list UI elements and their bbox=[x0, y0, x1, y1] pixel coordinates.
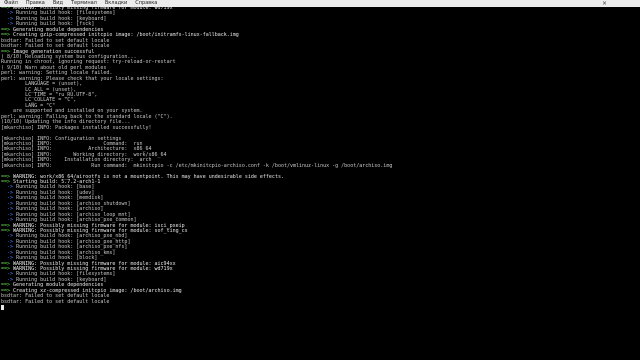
menu-file[interactable]: Файл bbox=[0, 0, 22, 7]
terminal-lines: ==> WARNING: Possibly missing firmware f… bbox=[1, 7, 392, 311]
menu-help[interactable]: Справка bbox=[131, 0, 161, 7]
prompt-line bbox=[1, 305, 392, 311]
terminal-line: [mkarchiso] INFO: Run command: mkinitcpi… bbox=[1, 162, 393, 169]
terminal-output[interactable]: ==> WARNING: Possibly missing firmware f… bbox=[0, 7, 640, 360]
menu-view[interactable]: Вид bbox=[49, 0, 67, 7]
menu-terminal[interactable]: Терминал bbox=[67, 0, 101, 7]
menu-tabs[interactable]: Вкладки bbox=[101, 0, 131, 7]
line-text: bsdtar: Failed to set default locale bbox=[1, 298, 110, 305]
menu-edit[interactable]: Правка bbox=[22, 0, 49, 7]
cursor-icon bbox=[1, 305, 4, 311]
line-text: [mkarchiso] INFO: Packages installed suc… bbox=[1, 124, 152, 131]
line-text: [mkarchiso] INFO: Run command: mkinitcpi… bbox=[1, 162, 393, 169]
close-icon[interactable]: × bbox=[602, 0, 607, 7]
menu-bar: Файл Правка Вид Терминал Вкладки Справка… bbox=[0, 0, 640, 7]
